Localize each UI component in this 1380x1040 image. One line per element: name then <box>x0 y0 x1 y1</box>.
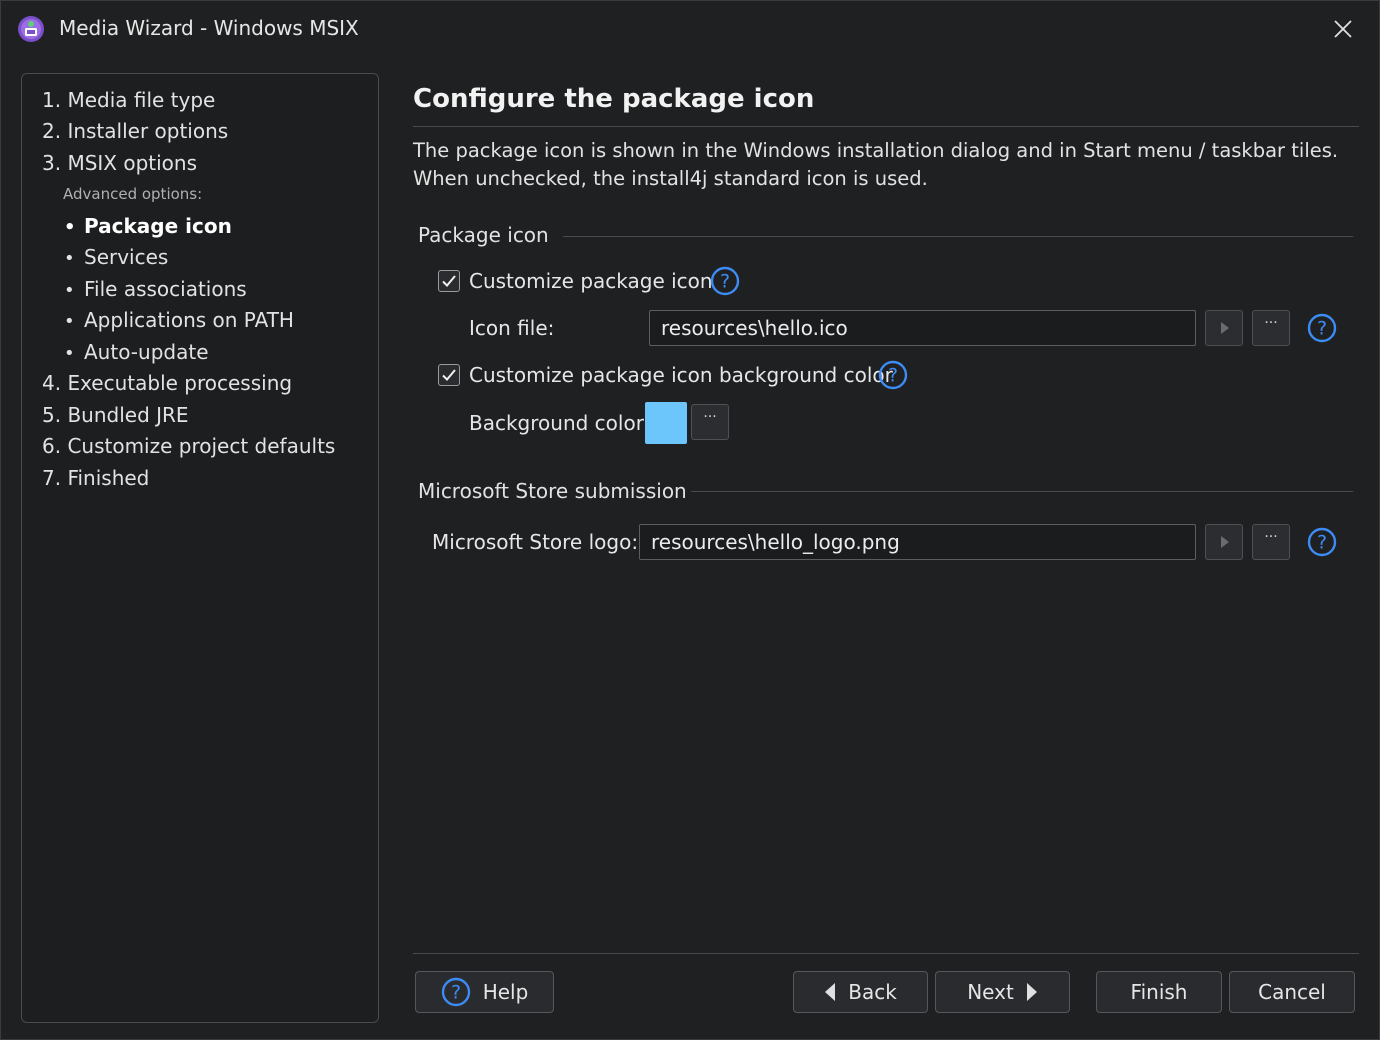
next-button-label: Next <box>967 980 1014 1004</box>
substep-file-associations[interactable]: • File associations <box>64 277 247 301</box>
open-file-button[interactable] <box>1205 310 1243 346</box>
svg-text:?: ? <box>1317 318 1327 340</box>
customize-package-icon-label[interactable]: Customize package icon <box>469 269 713 293</box>
ellipsis-icon: ··· <box>1264 529 1278 545</box>
svg-text:?: ? <box>1317 532 1327 554</box>
store-logo-input[interactable]: resources\hello_logo.png <box>639 524 1196 560</box>
substep-label: Services <box>84 245 169 269</box>
help-icon: ? <box>441 977 470 1007</box>
svg-text:?: ? <box>451 982 461 1004</box>
play-arrow-icon <box>1221 536 1229 548</box>
store-logo-label: Microsoft Store logo: <box>432 530 639 554</box>
footer-divider <box>413 953 1359 954</box>
title-bar: Media Wizard - Windows MSIX <box>1 1 1379 57</box>
bullet: • <box>64 311 75 332</box>
substep-auto-update[interactable]: • Auto-update <box>64 340 209 364</box>
checkmark-icon <box>442 275 456 287</box>
ellipsis-icon: ··· <box>1264 315 1278 331</box>
step-installer-options[interactable]: 2. Installer options <box>42 119 228 143</box>
help-button-label: Help <box>482 980 529 1004</box>
help-button[interactable]: ? Help <box>415 971 554 1013</box>
substep-package-icon[interactable]: • Package icon <box>64 214 232 238</box>
page-description: The package icon is shown in the Windows… <box>413 139 1339 190</box>
close-button[interactable] <box>1321 11 1365 47</box>
finish-button[interactable]: Finish <box>1096 971 1222 1013</box>
back-button[interactable]: Back <box>793 971 928 1013</box>
help-icon[interactable]: ? <box>710 266 740 296</box>
advanced-options-label: Advanced options: <box>63 185 203 203</box>
step-media-file-type[interactable]: 1. Media file type <box>42 88 215 112</box>
customize-package-icon-checkbox[interactable] <box>438 270 460 292</box>
page-title: Configure the package icon <box>413 84 815 114</box>
section-divider <box>691 491 1353 492</box>
customize-background-color-label[interactable]: Customize package icon background color <box>469 363 893 387</box>
icon-file-input[interactable]: resources\hello.ico <box>649 310 1196 346</box>
play-arrow-icon <box>1221 322 1229 334</box>
title-divider <box>413 126 1359 127</box>
help-icon[interactable]: ? <box>878 360 908 390</box>
next-button[interactable]: Next <box>935 971 1070 1013</box>
checkmark-icon <box>442 369 456 381</box>
wizard-window: Media Wizard - Windows MSIX 1. Media fil… <box>0 0 1380 1040</box>
substep-services[interactable]: • Services <box>64 245 168 269</box>
arrow-left-icon <box>825 983 836 1001</box>
browse-icon-file-button[interactable]: ··· <box>1252 310 1290 346</box>
choose-color-button[interactable]: ··· <box>691 404 729 440</box>
ellipsis-icon: ··· <box>703 409 717 425</box>
substep-label: File associations <box>84 277 247 301</box>
arrow-right-icon <box>1026 983 1037 1001</box>
substep-label: Auto-update <box>84 340 209 364</box>
substep-label: Applications on PATH <box>84 308 294 332</box>
step-bundled-jre[interactable]: 5. Bundled JRE <box>42 403 189 427</box>
bullet: • <box>64 343 75 364</box>
browse-store-logo-button[interactable]: ··· <box>1252 524 1290 560</box>
window-title: Media Wizard - Windows MSIX <box>59 16 359 40</box>
steps-panel: 1. Media file type 2. Installer options … <box>21 73 379 1023</box>
substep-applications-on-path[interactable]: • Applications on PATH <box>64 308 294 332</box>
svg-text:?: ? <box>888 365 898 387</box>
section-divider <box>563 236 1353 237</box>
app-icon <box>18 16 44 42</box>
bullet: • <box>64 248 75 269</box>
step-msix-options[interactable]: 3. MSIX options <box>42 151 197 175</box>
close-icon <box>1334 20 1352 38</box>
open-file-button[interactable] <box>1205 524 1243 560</box>
customize-background-color-checkbox[interactable] <box>438 364 460 386</box>
back-button-label: Back <box>848 980 897 1004</box>
background-color-swatch[interactable] <box>645 402 687 444</box>
section-label-package-icon: Package icon <box>418 223 549 247</box>
substep-label: Package icon <box>84 214 232 238</box>
icon-file-label: Icon file: <box>469 316 555 340</box>
help-icon[interactable]: ? <box>1307 527 1337 557</box>
step-finished[interactable]: 7. Finished <box>42 466 149 490</box>
help-icon[interactable]: ? <box>1307 313 1337 343</box>
bullet: • <box>64 280 75 301</box>
cancel-button[interactable]: Cancel <box>1229 971 1355 1013</box>
step-executable-processing[interactable]: 4. Executable processing <box>42 371 292 395</box>
bullet: • <box>64 217 76 238</box>
section-label-store-submission: Microsoft Store submission <box>418 479 687 503</box>
svg-text:?: ? <box>720 271 730 293</box>
step-customize-project-defaults[interactable]: 6. Customize project defaults <box>42 434 335 458</box>
background-color-label: Background color: <box>469 411 651 435</box>
